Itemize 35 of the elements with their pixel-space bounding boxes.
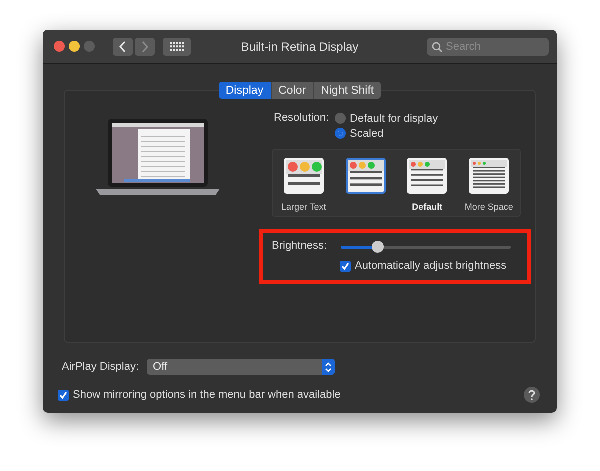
tab[interactable]: Night Shift [314, 82, 382, 99]
airplay-label: AirPlay Display: [62, 361, 140, 373]
tab[interactable]: Color [272, 82, 314, 99]
airplay-dropdown[interactable]: Off [147, 359, 336, 375]
scale-label: Larger Text [281, 202, 326, 213]
help-button[interactable] [524, 387, 540, 403]
checkbox-label: Show mirroring options in the menu bar when available [73, 389, 341, 401]
back-button[interactable] [113, 38, 133, 56]
radio-button[interactable] [335, 113, 346, 124]
brightness-slider[interactable] [341, 240, 511, 252]
close-button[interactable] [54, 41, 65, 52]
slider-thumb[interactable] [372, 240, 384, 252]
forward-chevron-icon [141, 40, 149, 52]
checkbox[interactable] [340, 260, 351, 272]
checkbox-label: Automatically adjust brightness [355, 260, 507, 272]
resolution-label: Resolution: [274, 111, 330, 126]
show-all-button[interactable] [163, 38, 191, 56]
radio-button[interactable] [335, 128, 346, 139]
window-title: Built-in Retina Display [240, 40, 360, 54]
grid-icon [170, 42, 184, 52]
tab[interactable]: Display [218, 82, 272, 99]
scale-preview-icon[interactable] [346, 158, 386, 194]
back-chevron-icon [119, 40, 127, 52]
dropdown-arrows-icon [322, 359, 336, 375]
checkbox[interactable] [58, 390, 69, 400]
scale-label: More Space [464, 202, 514, 213]
scale-label: Default [412, 202, 443, 213]
brightness-label: Brightness: [272, 239, 328, 254]
checkmark-icon [341, 262, 350, 270]
radio-label: Default for display [350, 112, 438, 124]
radio-label: Scaled [350, 128, 384, 140]
checkmark-icon [59, 390, 68, 400]
question-mark-icon [528, 390, 536, 400]
minimize-button[interactable] [69, 41, 80, 52]
search-icon [432, 42, 443, 52]
